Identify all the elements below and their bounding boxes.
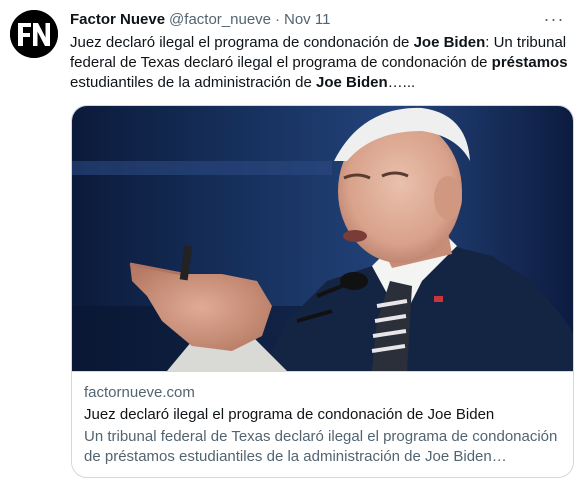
- tweet-text-segment: Juez declaró ilegal el programa de condo…: [70, 34, 414, 51]
- tweet-text-bold: Joe Biden: [413, 34, 486, 51]
- tweet-text-segment: …...: [387, 74, 416, 91]
- tweet[interactable]: Factor Nueve @factor_nueve · Nov 11 ··· …: [0, 0, 578, 485]
- card-title[interactable]: Juez declaró ilegal el programa de condo…: [84, 405, 494, 425]
- timestamp[interactable]: Nov 11: [284, 10, 330, 30]
- card-divider: [72, 371, 573, 372]
- card-description: Un tribunal federal de Texas declaró ile…: [84, 428, 558, 465]
- tweet-text: Juez declaró ilegal el programa de condo…: [70, 33, 570, 93]
- card-domain: factornueve.com: [84, 384, 195, 401]
- author-name[interactable]: Factor Nueve: [70, 10, 165, 30]
- factor-nueve-logo-icon: [10, 10, 58, 58]
- tweet-text-bold: préstamos: [491, 54, 568, 71]
- tweet-text-segment: estudiantiles de la administración de: [70, 74, 316, 91]
- header-separator: ·: [275, 11, 280, 28]
- author-handle[interactable]: @factor_nueve: [169, 10, 271, 30]
- card-image[interactable]: [72, 106, 573, 371]
- tweet-text-bold: Joe Biden: [315, 74, 388, 91]
- tweet-header: Factor Nueve @factor_nueve · Nov 11: [70, 10, 330, 30]
- link-card[interactable]: factornueve.com Juez declaró ilegal el p…: [71, 105, 574, 478]
- card-photo: [72, 106, 573, 371]
- more-options-icon[interactable]: ···: [542, 9, 566, 29]
- avatar[interactable]: [10, 10, 58, 58]
